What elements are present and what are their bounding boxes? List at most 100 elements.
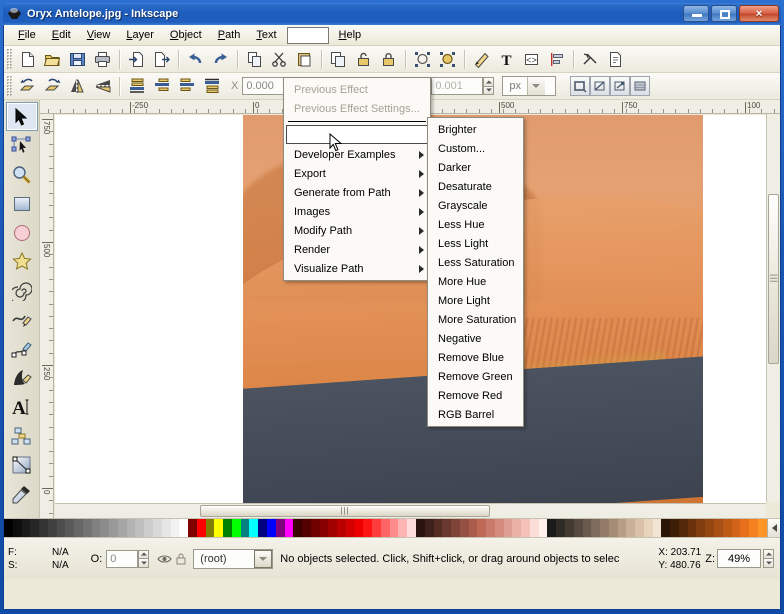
menu-item-visualize-path[interactable]: Visualize Path bbox=[284, 259, 430, 278]
flip-horizontal-icon[interactable] bbox=[65, 75, 90, 98]
palette-swatch[interactable] bbox=[170, 519, 180, 537]
rectangle-tool[interactable] bbox=[6, 189, 38, 218]
palette-swatch[interactable] bbox=[214, 519, 224, 537]
palette-swatch[interactable] bbox=[337, 519, 346, 537]
palette-swatch[interactable] bbox=[188, 519, 197, 537]
extensions-menu-popup[interactable]: Previous Effect Previous Effect Settings… bbox=[283, 77, 431, 281]
palette-swatch[interactable] bbox=[153, 519, 162, 537]
menu-item-images[interactable]: Images bbox=[284, 202, 430, 221]
color-menu-item-brighter[interactable]: Brighter bbox=[428, 120, 523, 139]
horizontal-scroll-thumb[interactable]: ||| bbox=[200, 505, 490, 517]
zoom-spin-buttons[interactable] bbox=[763, 549, 774, 568]
palette-swatch[interactable] bbox=[433, 519, 443, 537]
preferences-icon[interactable] bbox=[578, 48, 603, 71]
palette-swatch[interactable] bbox=[56, 519, 66, 537]
palette-swatch[interactable] bbox=[503, 519, 513, 537]
palette-swatch[interactable] bbox=[459, 519, 469, 537]
color-menu-item-more-hue[interactable]: More Hue bbox=[428, 272, 523, 291]
opacity-spinbox[interactable]: 0 bbox=[106, 549, 150, 568]
palette-swatch[interactable] bbox=[205, 519, 215, 537]
bezier-tool[interactable] bbox=[6, 334, 38, 363]
lock-icon[interactable] bbox=[173, 547, 189, 570]
palette-swatch[interactable] bbox=[82, 519, 92, 537]
palette-scroll-left-icon[interactable] bbox=[766, 519, 780, 537]
palette-swatch[interactable] bbox=[179, 519, 189, 537]
stroke-width-spin-buttons[interactable] bbox=[483, 77, 495, 95]
menu-path[interactable]: Path bbox=[210, 26, 249, 44]
new-document-icon[interactable] bbox=[15, 48, 40, 71]
spiral-tool[interactable] bbox=[6, 276, 38, 305]
open-document-icon[interactable] bbox=[40, 48, 65, 71]
paste-icon[interactable] bbox=[292, 48, 317, 71]
color-menu-item-darker[interactable]: Darker bbox=[428, 158, 523, 177]
color-submenu-popup[interactable]: Brighter Custom... Darker Desaturate Graysca… bbox=[427, 117, 524, 427]
palette-swatch[interactable] bbox=[600, 519, 609, 537]
cut-icon[interactable] bbox=[267, 48, 292, 71]
rotate-cw-icon[interactable] bbox=[40, 75, 65, 98]
palette-swatch[interactable] bbox=[117, 519, 127, 537]
vertical-scroll-thumb[interactable]: ||| bbox=[768, 194, 779, 364]
palette-swatch[interactable] bbox=[398, 519, 408, 537]
color-menu-item-less-hue[interactable]: Less Hue bbox=[428, 215, 523, 234]
palette-swatch[interactable] bbox=[363, 519, 373, 537]
palette-swatch[interactable] bbox=[661, 519, 671, 537]
menu-item-color[interactable] bbox=[286, 125, 428, 144]
chevron-down-icon[interactable] bbox=[526, 77, 545, 95]
deselect-icon[interactable] bbox=[435, 48, 460, 71]
lower-to-bottom-icon[interactable] bbox=[124, 75, 149, 98]
palette-swatch[interactable] bbox=[407, 519, 416, 537]
redo-icon[interactable] bbox=[208, 48, 233, 71]
stroke-width-input[interactable]: 0.001 bbox=[431, 77, 484, 95]
copy-icon[interactable] bbox=[242, 48, 267, 71]
palette-swatch[interactable] bbox=[608, 519, 618, 537]
select-all-icon[interactable] bbox=[410, 48, 435, 71]
palette-swatch[interactable] bbox=[494, 519, 504, 537]
palette-swatch[interactable] bbox=[275, 519, 285, 537]
palette-swatch[interactable] bbox=[565, 519, 574, 537]
palette-swatch[interactable] bbox=[547, 519, 557, 537]
palette-swatch[interactable] bbox=[529, 519, 539, 537]
save-document-icon[interactable] bbox=[65, 48, 90, 71]
palette-swatch[interactable] bbox=[521, 519, 530, 537]
palette-swatch[interactable] bbox=[696, 519, 706, 537]
stroke-spin-up[interactable] bbox=[483, 77, 495, 86]
color-menu-item-remove-green[interactable]: Remove Green bbox=[428, 367, 523, 386]
palette-swatch[interactable] bbox=[223, 519, 232, 537]
undo-icon[interactable] bbox=[183, 48, 208, 71]
palette-swatch[interactable] bbox=[65, 519, 75, 537]
menu-layer[interactable]: Layer bbox=[118, 26, 162, 44]
palette-swatch[interactable] bbox=[477, 519, 487, 537]
menu-edit[interactable]: Edit bbox=[44, 26, 79, 44]
zoom-tool[interactable] bbox=[6, 160, 38, 189]
palette-swatch[interactable] bbox=[310, 519, 320, 537]
palette-swatch[interactable] bbox=[424, 519, 434, 537]
palette-swatch[interactable] bbox=[47, 519, 57, 537]
minimize-button[interactable] bbox=[683, 5, 709, 22]
transform-pattern-icon[interactable] bbox=[630, 76, 651, 96]
connector-tool[interactable] bbox=[6, 421, 38, 450]
palette-swatch[interactable] bbox=[21, 519, 31, 537]
close-button[interactable]: ✕ bbox=[739, 5, 779, 22]
calligraphy-tool[interactable] bbox=[6, 363, 38, 392]
toolbar-grip[interactable] bbox=[7, 49, 12, 69]
menu-item-export[interactable]: Export bbox=[284, 164, 430, 183]
color-menu-item-grayscale[interactable]: Grayscale bbox=[428, 196, 523, 215]
palette-swatch[interactable] bbox=[617, 519, 627, 537]
transform-gradient-icon[interactable] bbox=[610, 76, 631, 96]
palette-swatch[interactable] bbox=[626, 519, 636, 537]
palette-swatch[interactable] bbox=[109, 519, 118, 537]
menu-view[interactable]: View bbox=[79, 26, 119, 44]
palette-swatch[interactable] bbox=[512, 519, 522, 537]
palette-swatch[interactable] bbox=[442, 519, 452, 537]
palette-swatch[interactable] bbox=[354, 519, 364, 537]
menu-item-modify-path[interactable]: Modify Path bbox=[284, 221, 430, 240]
xml-editor-icon[interactable] bbox=[469, 48, 494, 71]
palette-swatch[interactable] bbox=[293, 519, 303, 537]
lower-icon[interactable] bbox=[149, 75, 174, 98]
palette-swatch[interactable] bbox=[345, 519, 355, 537]
menu-help[interactable]: Help bbox=[331, 26, 370, 44]
import-icon[interactable] bbox=[124, 48, 149, 71]
opacity-input[interactable]: 0 bbox=[106, 549, 139, 568]
stroke-spin-down[interactable] bbox=[483, 85, 495, 95]
layer-combo[interactable]: (root) bbox=[193, 548, 274, 569]
